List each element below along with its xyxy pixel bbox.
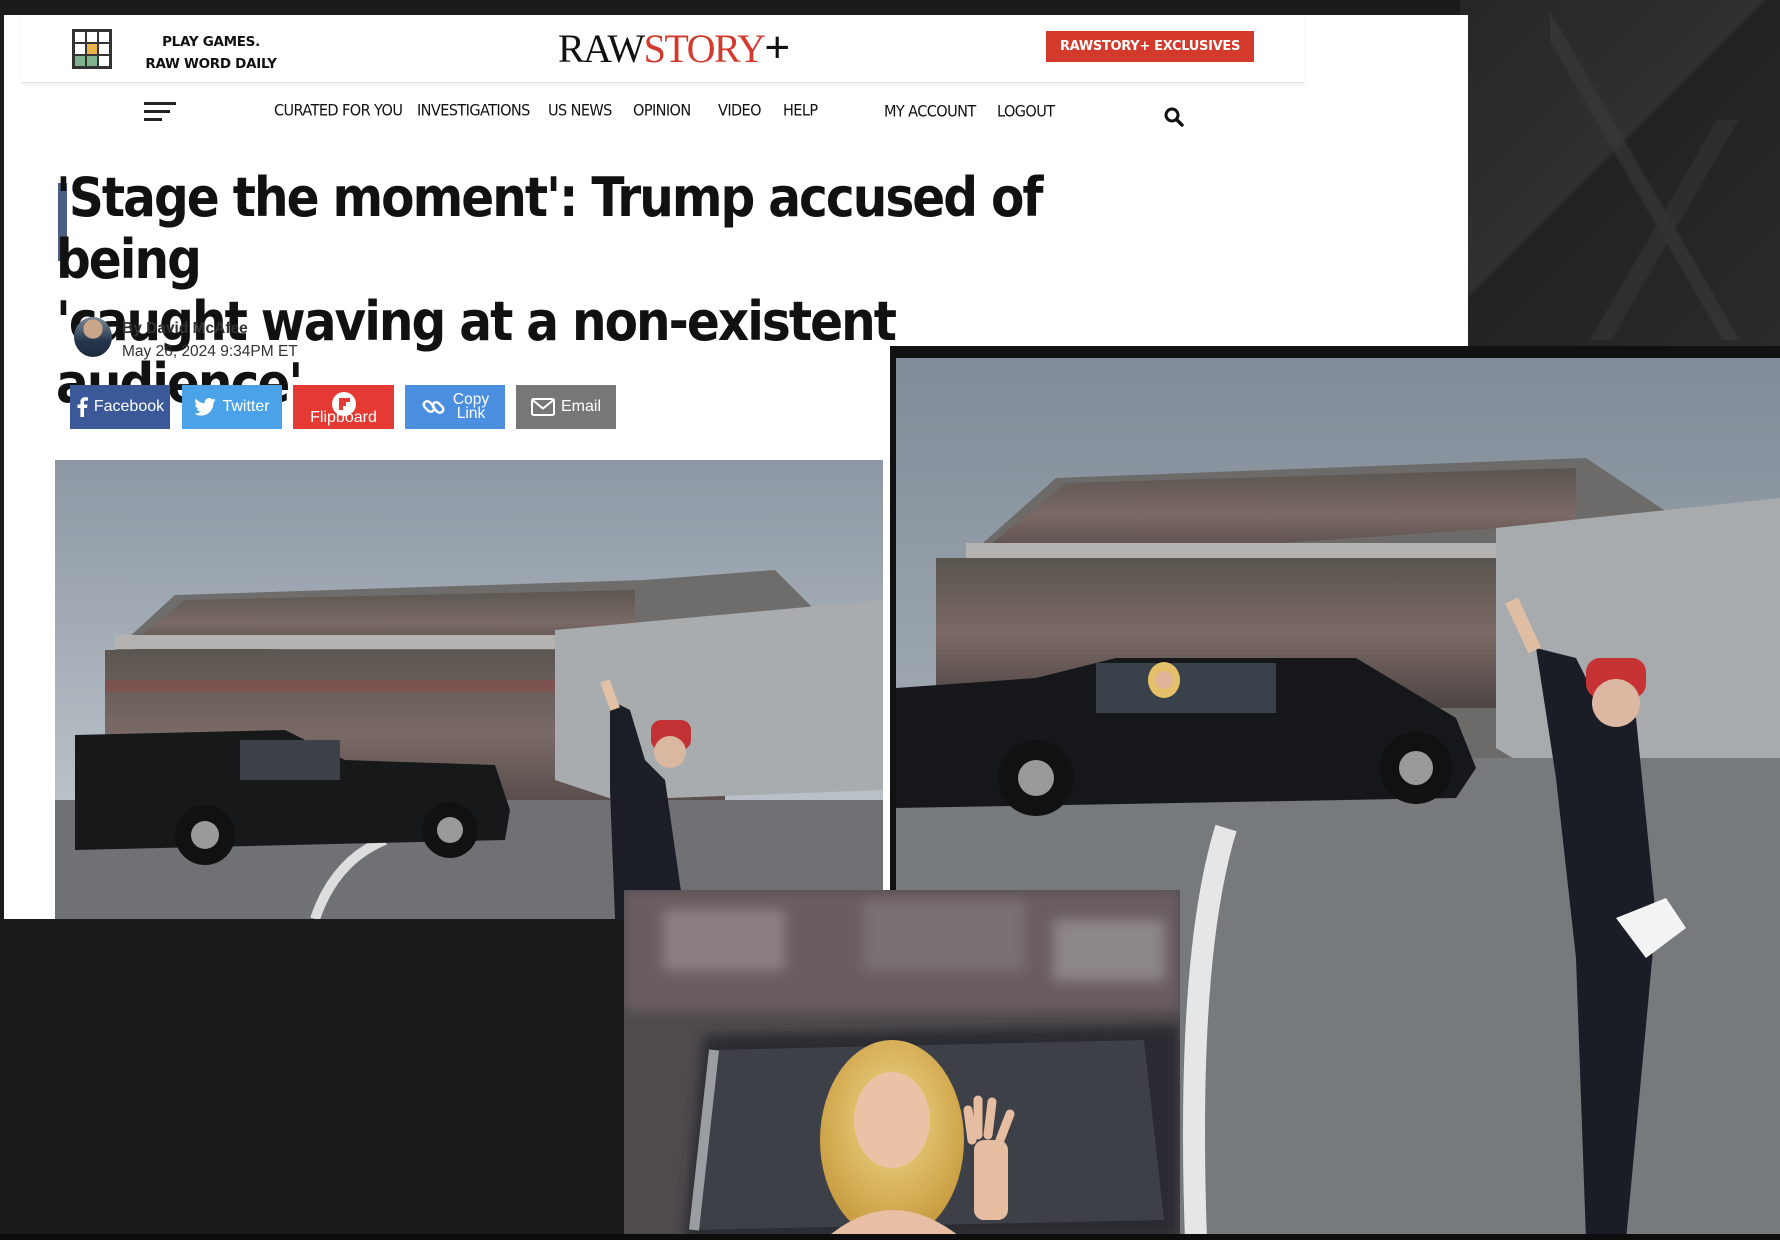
email-icon [530,398,555,416]
twitter-label: Twitter [222,398,270,415]
bottom-edge [0,1234,1780,1240]
flipboard-label: Flipboard [310,409,377,426]
author-avatar[interactable] [74,317,112,357]
word-game-grid-icon[interactable] [72,29,112,69]
copy-link-label: Copy Link [453,392,489,422]
nav-curated-for-you[interactable]: CURATED FOR YOU [274,102,403,120]
menu-icon[interactable] [144,102,176,124]
publish-date: May 26, 2024 9:34PM ET [122,343,298,360]
play-games-line1: PLAY GAMES. [162,34,260,50]
nav-logout[interactable]: LOGOUT [997,103,1055,121]
article-photo [55,460,883,919]
zoomed-inset-photo [624,890,1180,1240]
rawstory-logo[interactable]: RAWSTORY+ [558,23,790,72]
twitter-icon [194,398,217,416]
facebook-label: Facebook [93,398,165,415]
search-icon[interactable] [1164,107,1184,127]
nav-investigations[interactable]: INVESTIGATIONS [417,102,530,120]
share-copy-link-button[interactable]: Copy Link [405,385,505,429]
nav-us-news[interactable]: US NEWS [548,102,612,120]
nav-video[interactable]: VIDEO [718,102,762,120]
site-header: PLAY GAMES. RAW WORD DAILY RAWSTORY+ RAW… [22,15,1304,83]
share-email-button[interactable]: Email [516,385,616,429]
headline-line-1: 'Stage the moment': Trump accused of bei… [56,166,1044,291]
zoomed-window-photo [624,890,1180,1240]
email-label: Email [560,398,601,415]
share-flipboard-button[interactable]: Flipboard [293,385,394,429]
background-texture [1480,120,1780,340]
main-nav: CURATED FOR YOU INVESTIGATIONS US NEWS O… [4,87,1304,143]
exclusives-button[interactable]: RAWSTORY+ EXCLUSIVES [1046,31,1254,62]
play-games-line2: RAW WORD DAILY [145,56,277,72]
facebook-icon [77,397,88,417]
nav-help[interactable]: HELP [783,102,818,120]
logo-plus: + [764,23,790,72]
logo-story: STORY [643,26,766,71]
author-byline[interactable]: By David McAfee [122,320,248,338]
share-facebook-button[interactable]: Facebook [70,385,170,429]
logo-raw: RAW [558,26,645,71]
nav-opinion[interactable]: OPINION [633,102,691,120]
nav-my-account[interactable]: MY ACCOUNT [884,103,976,121]
share-twitter-button[interactable]: Twitter [182,385,282,429]
copy-label-line2: Link [456,405,486,422]
link-icon [422,400,445,414]
play-games-link[interactable]: PLAY GAMES. RAW WORD DAILY [136,31,286,75]
rally-photo [55,460,883,919]
